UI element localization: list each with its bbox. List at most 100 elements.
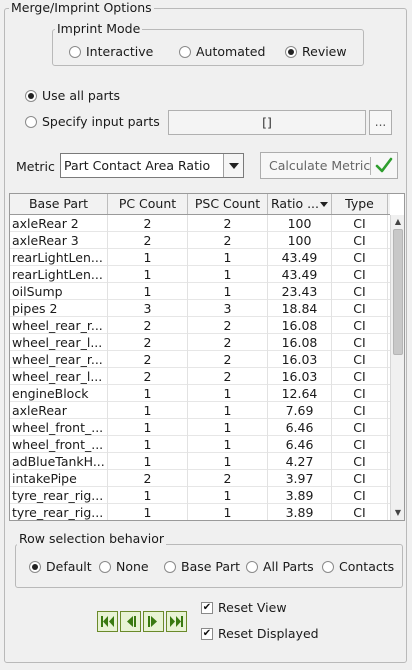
table-row[interactable]: tyre_rear_rig... 1 1 3.89 CI [10, 487, 390, 504]
cell-pc-count: 2 [108, 470, 188, 487]
cell-ratio: 16.03 [268, 368, 332, 385]
table-row[interactable]: axleRear 1 1 7.69 CI [10, 402, 390, 419]
reset-view-label[interactable]: Reset View [218, 600, 287, 615]
cell-pc-count: 1 [108, 453, 188, 470]
row-default-label[interactable]: Default [46, 559, 92, 574]
cell-base-part: wheel_front_... [10, 419, 108, 436]
row-none-radio[interactable] [99, 561, 111, 573]
column-header-ratio[interactable]: Ratio ... [268, 194, 332, 214]
table-row[interactable]: adBlueTankH... 1 1 4.27 CI [10, 453, 390, 470]
table-row[interactable]: wheel_front_... 1 1 6.46 CI [10, 419, 390, 436]
row-base-part-radio[interactable] [164, 561, 176, 573]
table-row[interactable]: engineBlock 1 1 12.64 CI [10, 385, 390, 402]
reset-displayed-label[interactable]: Reset Displayed [218, 626, 319, 641]
table-row[interactable]: wheel_rear_r... 2 2 16.08 CI [10, 317, 390, 334]
cell-type: CI [332, 487, 388, 504]
cell-type: CI [332, 419, 388, 436]
automated-label[interactable]: Automated [196, 44, 265, 59]
cell-psc-count: 1 [188, 402, 268, 419]
cell-ratio: 12.64 [268, 385, 332, 402]
table-row[interactable]: pipes 2 3 3 18.84 CI [10, 300, 390, 317]
calculate-metric-label: Calculate Metric [269, 158, 371, 173]
column-header-ratio-label: Ratio ... [271, 196, 319, 211]
use-all-parts-radio[interactable] [25, 90, 37, 102]
row-contacts-label[interactable]: Contacts [339, 559, 394, 574]
cell-psc-count: 1 [188, 504, 268, 520]
cell-ratio: 18.84 [268, 300, 332, 317]
table-row[interactable]: oilSump 1 1 23.43 CI [10, 283, 390, 300]
cell-pc-count: 1 [108, 266, 188, 283]
contacts-table: Base Part PC Count PSC Count Ratio ... T… [9, 193, 405, 521]
specify-input-parts-radio[interactable] [25, 116, 37, 128]
table-row[interactable]: wheel_rear_l... 2 2 16.08 CI [10, 334, 390, 351]
table-row[interactable]: wheel_front_... 1 1 6.46 CI [10, 436, 390, 453]
next-button[interactable] [143, 611, 164, 632]
interactive-radio[interactable] [69, 46, 81, 58]
chevron-down-icon[interactable] [223, 154, 243, 177]
cell-type: CI [332, 249, 388, 266]
cell-base-part: wheel_front_... [10, 436, 108, 453]
row-all-parts-radio[interactable] [246, 561, 258, 573]
cell-base-part: pipes 2 [10, 300, 108, 317]
column-header-psc-count[interactable]: PSC Count [188, 194, 268, 214]
reset-displayed-checkbox[interactable]: ✔ [201, 628, 213, 640]
cell-ratio: 3.89 [268, 504, 332, 520]
specify-input-parts-label[interactable]: Specify input parts [42, 114, 160, 129]
cell-base-part: intakePipe [10, 470, 108, 487]
cell-ratio: 3.89 [268, 487, 332, 504]
input-parts-field[interactable]: [] [168, 110, 366, 135]
reset-view-checkbox[interactable]: ✔ [201, 602, 213, 614]
cell-psc-count: 1 [188, 419, 268, 436]
previous-icon [127, 616, 136, 627]
table-scrollbar[interactable]: ▲ ▼ [390, 215, 404, 520]
calculate-metric-button[interactable]: Calculate Metric [260, 152, 398, 179]
row-selection-title: Row selection behavior [17, 531, 166, 546]
use-all-parts-label[interactable]: Use all parts [42, 88, 120, 103]
column-header-type[interactable]: Type [332, 194, 388, 214]
cell-type: CI [332, 351, 388, 368]
row-all-parts-label[interactable]: All Parts [263, 559, 314, 574]
table-row[interactable]: axleRear 2 2 2 100 CI [10, 215, 390, 232]
cell-base-part: tyre_rear_rig... [10, 504, 108, 520]
cell-base-part: axleRear 2 [10, 215, 108, 232]
table-row[interactable]: tyre_rear_rig... 1 1 3.89 CI [10, 504, 390, 520]
metric-select[interactable]: Part Contact Area Ratio [60, 153, 244, 178]
cell-ratio: 6.46 [268, 436, 332, 453]
cell-base-part: wheel_rear_r... [10, 317, 108, 334]
column-header-pc-count[interactable]: PC Count [108, 194, 188, 214]
previous-button[interactable] [120, 611, 141, 632]
cell-type: CI [332, 385, 388, 402]
row-default-radio[interactable] [29, 561, 41, 573]
table-header: Base Part PC Count PSC Count Ratio ... T… [10, 194, 390, 215]
automated-radio[interactable] [179, 46, 191, 58]
table-row[interactable]: rearLightLen... 1 1 43.49 CI [10, 266, 390, 283]
cell-type: CI [332, 402, 388, 419]
first-button[interactable] [97, 611, 118, 632]
last-button[interactable] [166, 611, 187, 632]
cell-psc-count: 2 [188, 470, 268, 487]
table-row[interactable]: wheel_rear_r... 2 2 16.03 CI [10, 351, 390, 368]
button-divider [370, 157, 371, 175]
cell-pc-count: 2 [108, 351, 188, 368]
table-row[interactable]: wheel_rear_l... 2 2 16.03 CI [10, 368, 390, 385]
scroll-up-icon[interactable]: ▲ [391, 215, 404, 229]
cell-type: CI [332, 317, 388, 334]
review-radio[interactable] [285, 46, 297, 58]
cell-base-part: rearLightLen... [10, 249, 108, 266]
cell-ratio: 16.08 [268, 334, 332, 351]
cell-psc-count: 2 [188, 317, 268, 334]
interactive-label[interactable]: Interactive [86, 44, 153, 59]
table-row[interactable]: axleRear 3 2 2 100 CI [10, 232, 390, 249]
last-icon [170, 616, 183, 627]
table-row[interactable]: intakePipe 2 2 3.97 CI [10, 470, 390, 487]
column-header-base-part[interactable]: Base Part [10, 194, 108, 214]
scroll-down-icon[interactable]: ▼ [391, 506, 404, 520]
scrollbar-thumb[interactable] [393, 229, 403, 355]
cell-ratio: 43.49 [268, 266, 332, 283]
review-label[interactable]: Review [302, 44, 347, 59]
row-base-part-label[interactable]: Base Part [181, 559, 240, 574]
row-contacts-radio[interactable] [322, 561, 334, 573]
table-row[interactable]: rearLightLen... 1 1 43.49 CI [10, 249, 390, 266]
row-none-label[interactable]: None [116, 559, 149, 574]
browse-parts-button[interactable]: ... [369, 110, 392, 135]
